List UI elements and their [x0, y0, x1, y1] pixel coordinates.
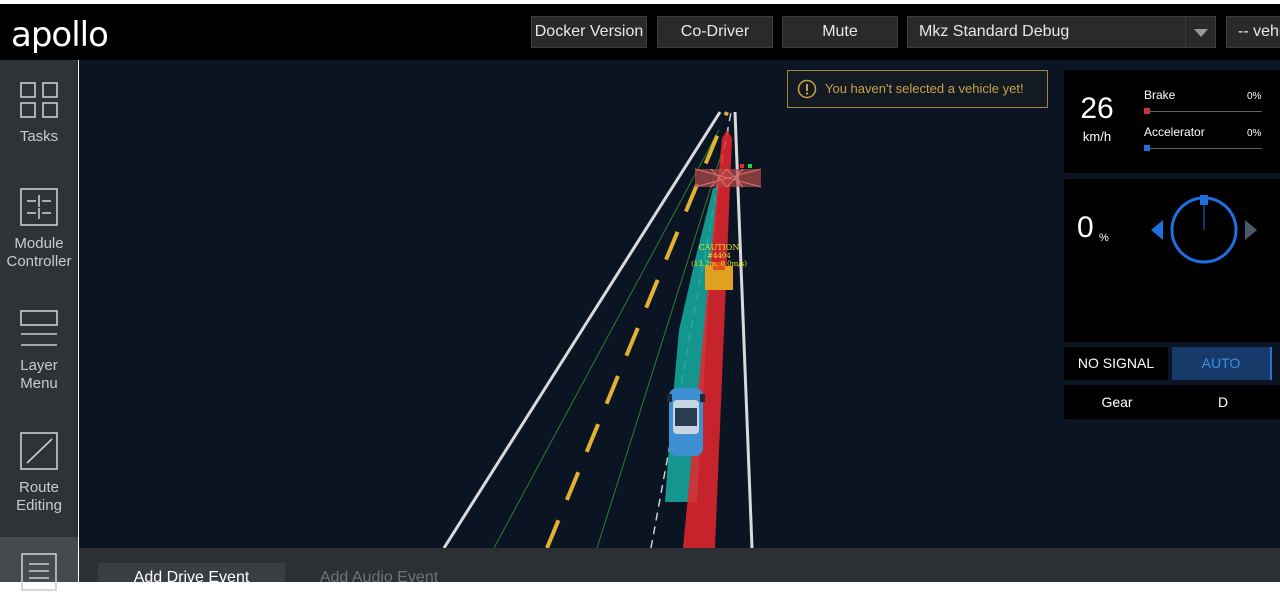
sidebar-item-label: Layer Menu	[20, 357, 58, 392]
accelerator-indicator	[1144, 145, 1150, 151]
sidebar: Tasks Module Controller Layer Menu Route…	[0, 60, 78, 591]
sidebar-item-route-editing[interactable]: Route Editing	[0, 431, 78, 515]
brake-percent: 0%	[1247, 91, 1262, 102]
bottom-bar: Add Drive Event Add Audio Event	[79, 548, 1280, 582]
scene-view[interactable]: CAUTION #4404 (13.2m, 0.0m/s) You haven'…	[79, 60, 1280, 548]
mode-select[interactable]: Mkz Standard Debug	[907, 16, 1216, 48]
obstacle-info-label: (13.2m, 0.0m/s)	[691, 260, 747, 268]
sidebar-item-label: Module Controller	[6, 235, 72, 270]
sidebar-item-data-recorder[interactable]	[0, 537, 78, 591]
tab-add-drive-event[interactable]: Add Drive Event	[98, 563, 285, 582]
sidebar-item-label: Route Editing	[16, 479, 62, 514]
docker-version-button[interactable]: Docker Version	[531, 16, 647, 48]
accelerator-label: Accelerator	[1144, 125, 1205, 139]
sidebar-item-label: Tasks	[19, 128, 59, 145]
warning-icon	[797, 79, 817, 99]
signal-status: NO SIGNAL	[1064, 347, 1168, 380]
turn-right-icon	[1245, 220, 1257, 240]
chevron-down-icon[interactable]	[1185, 17, 1215, 47]
vehicle-warning-text: You haven't selected a vehicle yet!	[825, 81, 1024, 96]
brake-label: Brake	[1144, 88, 1176, 102]
turn-left-icon	[1151, 220, 1163, 240]
steering-wheel-icon	[1151, 195, 1257, 264]
module-controller-icon	[20, 188, 58, 226]
mode-select-value: Mkz Standard Debug	[919, 23, 1070, 40]
vehicle-select[interactable]: -- vehicle --	[1226, 16, 1280, 48]
speed-value: 26	[1080, 92, 1114, 125]
gear-value: D	[1217, 394, 1229, 410]
ego-car	[667, 388, 705, 456]
tab-add-audio-event[interactable]: Add Audio Event	[299, 563, 459, 582]
layer-menu-icon	[20, 310, 58, 346]
speed-unit: km/h	[1082, 129, 1112, 144]
apollo-logo: apollo	[11, 15, 109, 55]
tasks-icon	[20, 82, 58, 118]
sidebar-item-layer-menu[interactable]: Layer Menu	[0, 309, 78, 393]
brake-indicator	[1144, 108, 1150, 114]
sidebar-item-module-controller[interactable]: Module Controller	[0, 187, 78, 271]
vehicle-warning: You haven't selected a vehicle yet!	[787, 70, 1048, 108]
gear-label: Gear	[1101, 394, 1133, 410]
sidebar-item-tasks[interactable]: Tasks	[0, 80, 78, 146]
gear-panel: Gear D	[1064, 385, 1280, 419]
accelerator-track	[1144, 148, 1262, 149]
steering-panel: 0 %	[1064, 179, 1280, 342]
obstacle-caution-label: CAUTION	[699, 243, 740, 252]
brake-track	[1144, 111, 1262, 112]
data-recorder-icon	[21, 553, 57, 591]
steering-value: 0	[1077, 211, 1094, 244]
route-editing-icon	[20, 432, 58, 470]
obstacle-id-label: #4404	[707, 252, 731, 260]
mute-button[interactable]: Mute	[782, 16, 898, 48]
top-bar: apollo Docker Version Co-Driver Mute Mkz…	[0, 4, 1280, 60]
accelerator-percent: 0%	[1247, 128, 1262, 139]
drive-mode-badge: AUTO	[1172, 347, 1272, 380]
speed-panel: 26 km/h Brake 0% Accelerator 0%	[1064, 70, 1280, 173]
co-driver-button[interactable]: Co-Driver	[657, 16, 773, 48]
steering-unit: %	[1099, 232, 1109, 244]
